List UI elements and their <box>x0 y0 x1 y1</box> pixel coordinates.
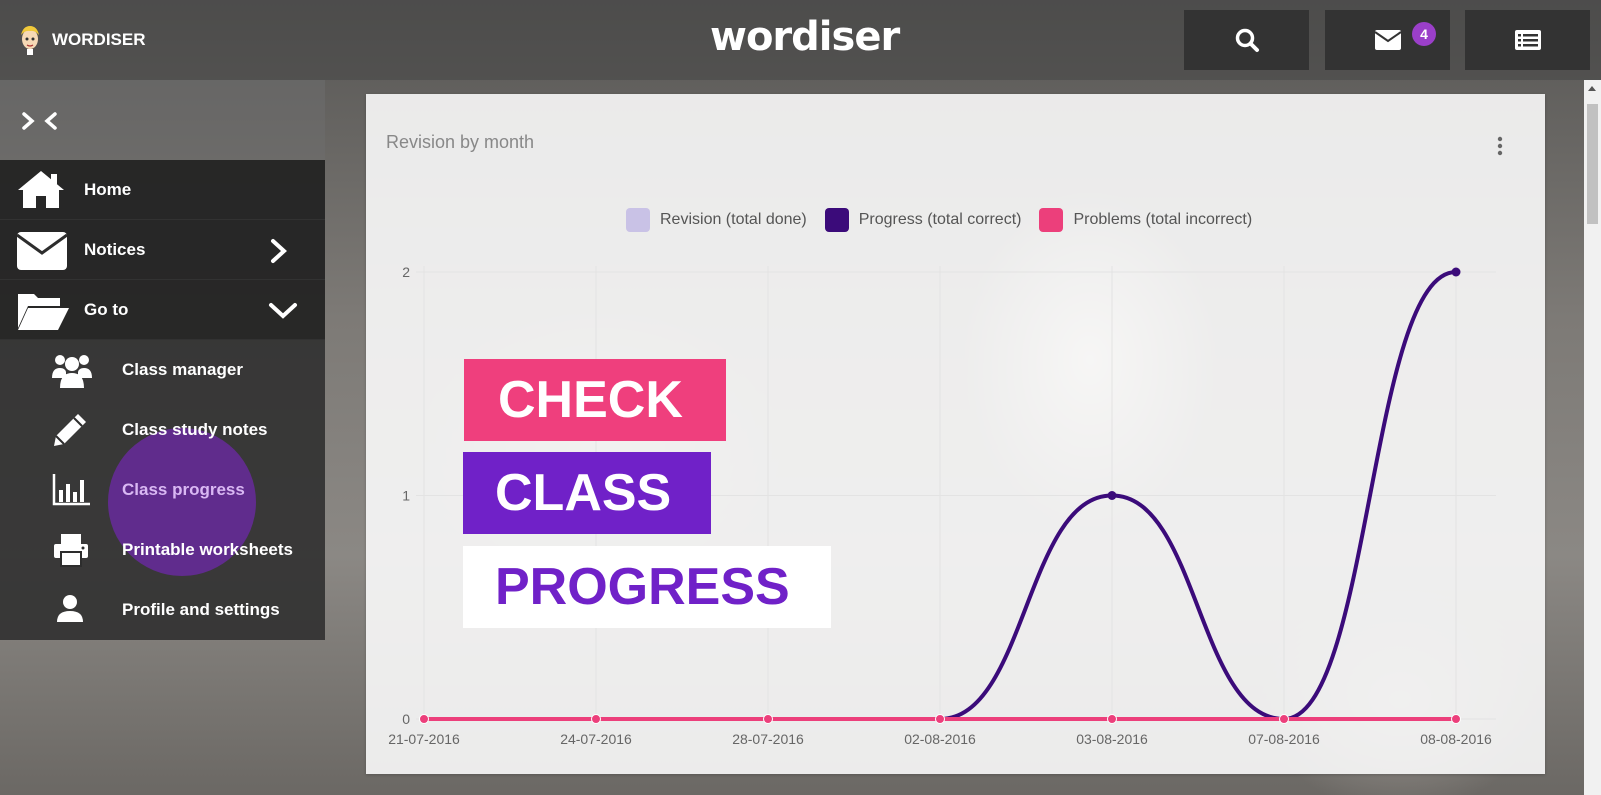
x-tick-label: 07-08-2016 <box>1248 731 1320 747</box>
notification-badge: 4 <box>1412 22 1436 46</box>
x-tick-label: 24-07-2016 <box>560 731 632 747</box>
sidebar-subitem-printable-worksheets[interactable]: Printable worksheets <box>0 520 325 580</box>
envelope-icon <box>16 232 68 270</box>
menu-list-button[interactable] <box>1465 10 1590 70</box>
user-icon <box>57 595 83 622</box>
data-point-problems <box>1279 714 1289 724</box>
sidebar-subitem-label: Class study notes <box>122 420 268 439</box>
y-tick-label: 2 <box>402 264 410 280</box>
search-button[interactable] <box>1184 10 1309 70</box>
brand-name: WORDISER <box>52 30 146 49</box>
data-point-problems <box>763 714 773 724</box>
sidebar-subitem-profile-settings[interactable]: Profile and settings <box>0 580 325 640</box>
data-point-progress <box>1107 491 1117 500</box>
data-point-problems <box>419 714 429 724</box>
brand[interactable]: WORDISER <box>18 24 146 56</box>
sidebar-item-label: Notices <box>84 239 146 259</box>
data-point-problems <box>1451 714 1461 724</box>
chevron-down-icon <box>269 303 297 319</box>
overlay-progress: PROGRESS <box>463 546 831 628</box>
wordiser-logo[interactable]: wordiser <box>710 14 900 60</box>
y-tick-label: 0 <box>402 711 410 727</box>
messages-button[interactable]: 4 <box>1325 10 1450 70</box>
overlay-text-class: CLASS <box>495 464 672 522</box>
y-tick-label: 1 <box>402 488 410 504</box>
overlay-check: CHECK <box>464 359 726 441</box>
x-tick-label: 08-08-2016 <box>1420 731 1492 747</box>
sidebar-subitem-class-study-notes[interactable]: Class study notes <box>0 400 325 460</box>
data-point-problems <box>591 714 601 724</box>
x-tick-label: 03-08-2016 <box>1076 731 1148 747</box>
sidebar-item-label: Home <box>84 179 132 199</box>
sidebar-subitem-label: Printable worksheets <box>122 540 294 559</box>
overlay-text-check: CHECK <box>498 371 683 429</box>
x-tick-label: 02-08-2016 <box>904 731 976 747</box>
sidebar-subitem-class-manager[interactable]: Class manager <box>0 340 325 400</box>
x-tick-label: 21-07-2016 <box>388 731 460 747</box>
sidebar-item-home[interactable]: Home <box>0 160 325 220</box>
chevron-right-icon <box>271 239 287 263</box>
home-icon <box>18 171 64 208</box>
sidebar-item-notices[interactable]: Notices <box>0 220 325 280</box>
envelope-icon <box>1373 30 1402 50</box>
scrollbar-thumb[interactable] <box>1587 104 1598 224</box>
top-bar: WORDISER wordiser 4 <box>0 0 1601 80</box>
data-point-problems <box>1107 714 1117 724</box>
sidebar-subitem-label: Profile and settings <box>122 600 280 619</box>
page-scrollbar[interactable] <box>1584 80 1601 795</box>
data-point-problems <box>935 714 945 724</box>
overlay-class: CLASS <box>463 452 711 534</box>
data-point-progress <box>1451 267 1461 277</box>
list-icon <box>1514 30 1541 50</box>
sidebar-subitem-label: Class manager <box>122 360 243 379</box>
sidebar-subitem-label: Class progress <box>122 480 245 499</box>
collapse-icon[interactable] <box>20 110 60 132</box>
search-icon <box>1235 28 1259 52</box>
folder-open-icon <box>18 294 69 330</box>
revision-chart-card: Revision by month Revision (total done) … <box>366 94 1545 774</box>
sidebar-item-label: Go to <box>84 299 129 319</box>
bar-chart-icon <box>52 474 90 506</box>
sidebar-header <box>0 80 325 160</box>
scroll-up-arrow-icon[interactable] <box>1588 86 1596 91</box>
sidebar-nav: Home Notices Go to Class manager Class s… <box>0 160 325 640</box>
sidebar-subitem-class-progress[interactable]: Class progress <box>0 460 325 520</box>
printer-icon <box>54 534 88 567</box>
users-icon <box>52 355 92 388</box>
x-tick-label: 28-07-2016 <box>732 731 804 747</box>
sidebar-item-goto[interactable]: Go to <box>0 280 325 340</box>
overlay-text-progress: PROGRESS <box>495 558 790 616</box>
pencil-icon <box>54 414 86 446</box>
avatar-icon <box>21 26 39 55</box>
